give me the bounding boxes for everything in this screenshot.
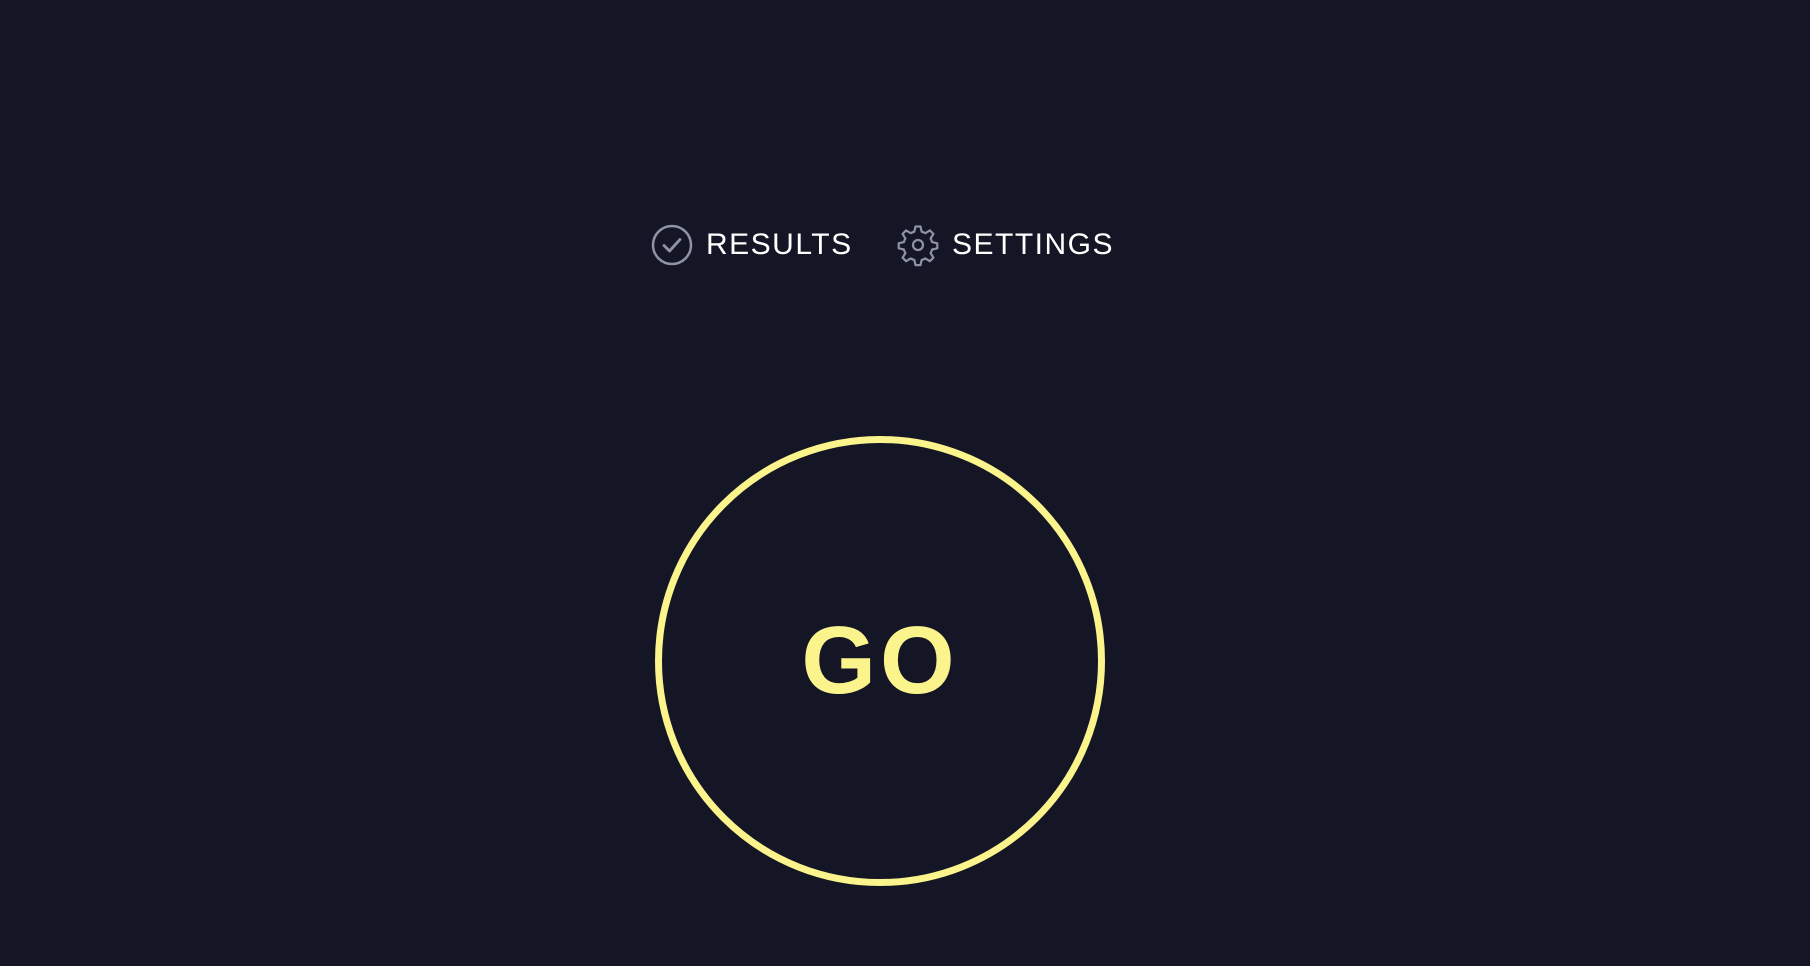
results-label: RESULTS [706,228,853,261]
gear-icon [896,223,940,267]
go-label: GO [801,607,959,714]
results-link[interactable]: RESULTS [650,222,853,268]
check-circle-icon [650,223,694,267]
go-button[interactable]: GO [655,436,1105,886]
settings-link[interactable]: SETTINGS [896,222,1114,268]
top-nav: RESULTS SETTINGS [0,222,1810,268]
settings-label: SETTINGS [952,228,1115,261]
